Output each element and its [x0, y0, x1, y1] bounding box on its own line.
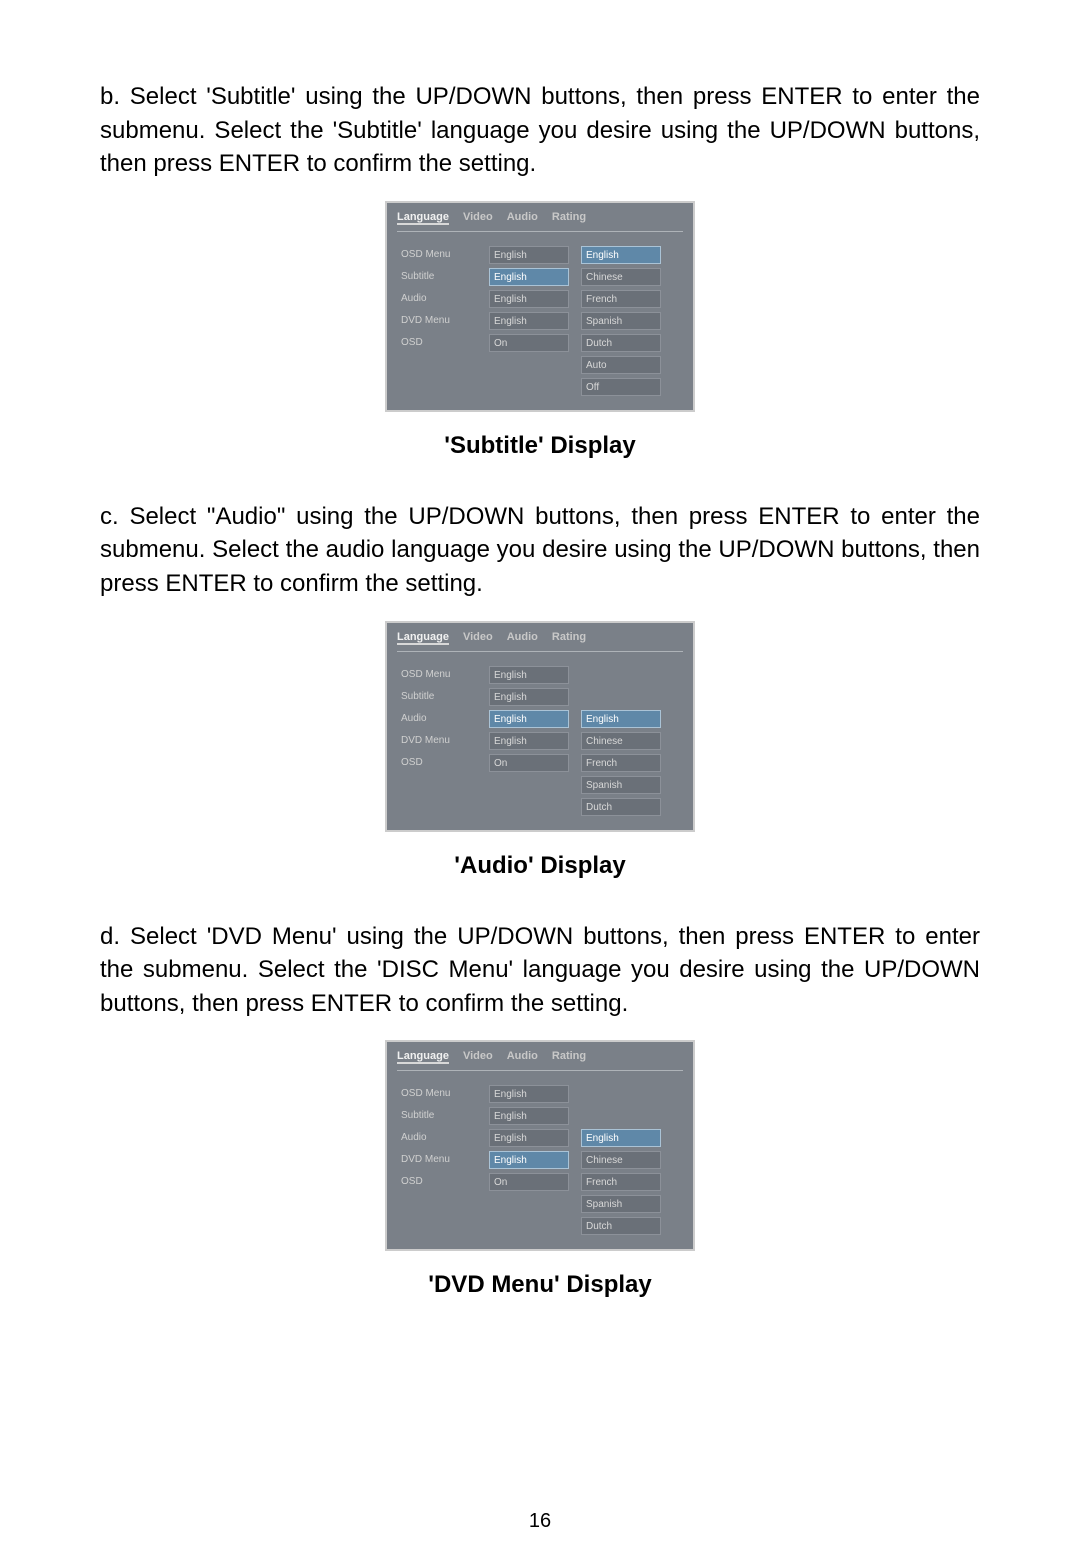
osd-left-item: OSD: [397, 1173, 477, 1191]
osd-tab: Video: [463, 1050, 493, 1064]
step-letter-b: b.: [100, 83, 120, 110]
osd-mid-value: English: [489, 290, 569, 308]
osd-left-item: OSD Menu: [397, 246, 477, 264]
section-b: b. Select 'Subtitle' using the UP/DOWN b…: [100, 80, 980, 460]
osd-mid-value: English: [489, 268, 569, 286]
osd-right-option: Spanish: [581, 776, 661, 794]
osd-right-option: Auto: [581, 356, 661, 374]
osd-right-option: English: [581, 1129, 661, 1147]
osd-tab: Rating: [552, 211, 586, 225]
osd-left-item: Subtitle: [397, 1107, 477, 1125]
osd-tab: Rating: [552, 1050, 586, 1064]
osd-left-item: Audio: [397, 290, 477, 308]
osd-right-option: French: [581, 1173, 661, 1191]
osd-tab: Video: [463, 631, 493, 645]
osd-mid-value: On: [489, 754, 569, 772]
paragraph-d: d. Select 'DVD Menu' using the UP/DOWN b…: [100, 920, 980, 1021]
osd-tab: Video: [463, 211, 493, 225]
osd-wrap-d: Language Video Audio Rating OSD Menu Subtitle…: [100, 1040, 980, 1251]
caption-d: 'DVD Menu' Display: [100, 1271, 980, 1299]
osd-right-option: Spanish: [581, 312, 661, 330]
page-number: 16: [0, 1510, 1080, 1533]
osd-left-item: DVD Menu: [397, 1151, 477, 1169]
osd-tab: Language: [397, 1050, 449, 1064]
osd-screenshot-audio: Language Video Audio Rating OSD Menu Subtitle…: [385, 621, 695, 832]
osd-mid-value: English: [489, 710, 569, 728]
osd-tab: Audio: [507, 1050, 538, 1064]
osd-left-item: OSD: [397, 754, 477, 772]
osd-right-option: Dutch: [581, 798, 661, 816]
osd-mid-value: English: [489, 688, 569, 706]
osd-right-option: Chinese: [581, 1151, 661, 1169]
osd-screenshot-subtitle: Language Video Audio Rating OSD Menu Subtitle…: [385, 201, 695, 412]
osd-wrap-c: Language Video Audio Rating OSD Menu Subtitle…: [100, 621, 980, 832]
osd-right-option: Dutch: [581, 334, 661, 352]
osd-mid-value: English: [489, 1107, 569, 1125]
step-text-b: Select 'Subtitle' using the UP/DOWN butt…: [100, 83, 980, 177]
step-text-c: Select "Audio" using the UP/DOWN buttons…: [100, 503, 980, 597]
step-letter-c: c.: [100, 503, 119, 530]
osd-right-option: Dutch: [581, 1217, 661, 1235]
osd-mid-value: English: [489, 246, 569, 264]
osd-right-option: English: [581, 246, 661, 264]
osd-right-option: Chinese: [581, 732, 661, 750]
osd-tab: Language: [397, 631, 449, 645]
osd-mid-value: English: [489, 666, 569, 684]
osd-left-item: Audio: [397, 1129, 477, 1147]
osd-tab: Rating: [552, 631, 586, 645]
osd-left-item: OSD: [397, 334, 477, 352]
osd-tab: Audio: [507, 631, 538, 645]
osd-right-option: Chinese: [581, 268, 661, 286]
paragraph-c: c. Select "Audio" using the UP/DOWN butt…: [100, 500, 980, 601]
caption-c: 'Audio' Display: [100, 852, 980, 880]
osd-tab: Language: [397, 211, 449, 225]
osd-tab: Audio: [507, 211, 538, 225]
caption-b: 'Subtitle' Display: [100, 432, 980, 460]
osd-mid-value: On: [489, 334, 569, 352]
osd-left-item: Audio: [397, 710, 477, 728]
osd-right-option: Spanish: [581, 1195, 661, 1213]
osd-left-item: OSD Menu: [397, 1085, 477, 1103]
paragraph-b: b. Select 'Subtitle' using the UP/DOWN b…: [100, 80, 980, 181]
osd-mid-value: On: [489, 1173, 569, 1191]
step-letter-d: d.: [100, 923, 120, 950]
osd-right-option: French: [581, 290, 661, 308]
osd-right-option: Off: [581, 378, 661, 396]
step-text-d: Select 'DVD Menu' using the UP/DOWN butt…: [100, 923, 980, 1017]
osd-left-item: DVD Menu: [397, 732, 477, 750]
osd-left-item: Subtitle: [397, 268, 477, 286]
osd-left-item: OSD Menu: [397, 666, 477, 684]
osd-mid-value: English: [489, 1085, 569, 1103]
osd-mid-value: English: [489, 312, 569, 330]
osd-mid-value: English: [489, 1129, 569, 1147]
osd-right-option: French: [581, 754, 661, 772]
osd-mid-value: English: [489, 732, 569, 750]
osd-wrap-b: Language Video Audio Rating OSD Menu Subtitle…: [100, 201, 980, 412]
osd-left-item: Subtitle: [397, 688, 477, 706]
osd-right-option: English: [581, 710, 661, 728]
section-c: c. Select "Audio" using the UP/DOWN butt…: [100, 500, 980, 880]
osd-mid-value: English: [489, 1151, 569, 1169]
section-d: d. Select 'DVD Menu' using the UP/DOWN b…: [100, 920, 980, 1300]
osd-left-item: DVD Menu: [397, 312, 477, 330]
osd-screenshot-dvdmenu: Language Video Audio Rating OSD Menu Subtitle…: [385, 1040, 695, 1251]
